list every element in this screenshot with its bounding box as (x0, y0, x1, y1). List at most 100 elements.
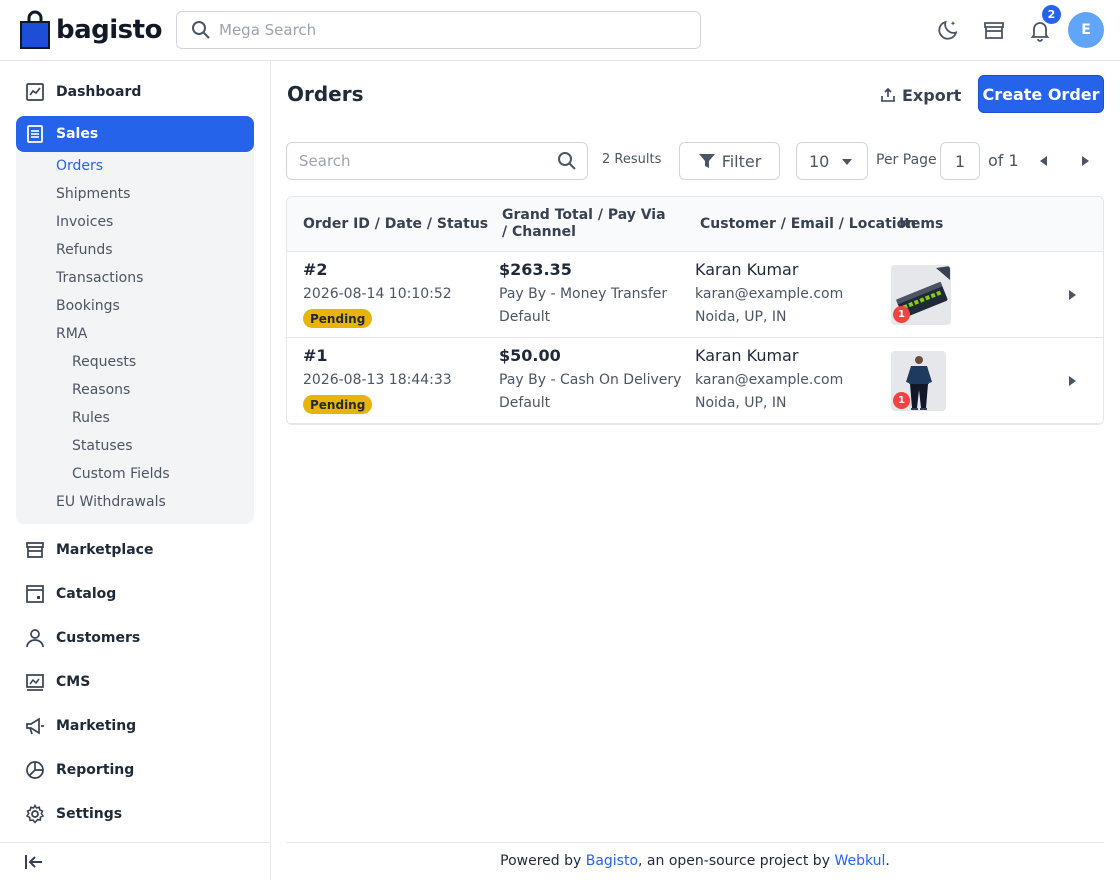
sidebar-item-label: Sales (56, 126, 99, 142)
column-header-customer[interactable]: Customer / Email / Location (700, 216, 916, 233)
sidebar-item-label: Marketing (56, 718, 137, 734)
logo-text: bagisto (56, 14, 162, 45)
collapse-sidebar-icon[interactable] (24, 853, 44, 871)
footer-suffix: . (885, 853, 890, 869)
column-header-order[interactable]: Order ID / Date / Status (303, 216, 488, 233)
sidebar-item-sales[interactable]: Sales (16, 116, 254, 152)
sidebar-item-marketplace[interactable]: Marketplace (16, 532, 254, 568)
channel: Default (499, 395, 551, 411)
orders-search-box[interactable] (286, 142, 588, 180)
orders-table: Order ID / Date / Status Grand Total / P… (286, 196, 1104, 425)
customer-location: Noida, UP, IN (695, 309, 787, 325)
search-icon (192, 21, 210, 39)
per-page-select[interactable]: 10 (796, 142, 868, 180)
sidebar-item-reporting[interactable]: Reporting (16, 752, 254, 788)
channel: Default (499, 309, 551, 325)
grand-total: $263.35 (499, 260, 572, 279)
sidebar-item-cms[interactable]: CMS (16, 664, 254, 700)
view-order-button[interactable] (1065, 288, 1079, 302)
page-number-input[interactable]: 1 (940, 142, 980, 180)
sidebar: Dashboard Sales Orders Shipments Invoice… (0, 61, 271, 880)
mega-search-bar[interactable] (176, 11, 701, 49)
shopping-bag-logo-icon (20, 10, 50, 49)
table-row[interactable]: #2 2026-08-14 10:10:52 Pending $263.35 P… (287, 252, 1103, 338)
status-badge: Pending (303, 309, 373, 328)
order-date: 2026-08-14 10:10:52 (303, 286, 452, 302)
storefront-button[interactable] (982, 18, 1006, 42)
sidebar-item-label: Catalog (56, 586, 117, 602)
cms-icon (24, 671, 46, 693)
column-header-total[interactable]: Grand Total / Pay Via / Channel (502, 207, 672, 241)
caret-right-icon (1068, 290, 1076, 300)
customer-location: Noida, UP, IN (695, 395, 787, 411)
submenu-item-orders[interactable]: Orders (56, 158, 103, 174)
upload-icon (881, 87, 895, 102)
sidebar-item-customers[interactable]: Customers (16, 620, 254, 656)
caret-right-icon (1068, 376, 1076, 386)
sidebar-item-label: Settings (56, 806, 123, 822)
submenu-item-rma-requests[interactable]: Requests (72, 354, 136, 370)
export-button[interactable]: Export (874, 80, 967, 110)
sidebar-item-settings[interactable]: Settings (16, 796, 254, 832)
previous-page-button[interactable] (1036, 154, 1050, 168)
customer-email: karan@example.com (695, 286, 844, 302)
customer-name: Karan Kumar (695, 346, 799, 365)
export-label: Export (902, 85, 962, 105)
sidebar-item-label: Customers (56, 630, 141, 646)
sidebar-item-label: CMS (56, 674, 91, 690)
search-icon[interactable] (557, 151, 577, 171)
bagisto-link[interactable]: Bagisto (586, 853, 638, 869)
caret-down-icon (842, 159, 852, 165)
payment-method: Pay By - Cash On Delivery (499, 372, 682, 388)
orders-search-input[interactable] (299, 152, 544, 170)
catalog-icon (24, 583, 46, 605)
caret-right-icon (1081, 156, 1089, 166)
sidebar-item-marketing[interactable]: Marketing (16, 708, 254, 744)
dashboard-icon (24, 81, 46, 103)
sidebar-item-label: Reporting (56, 762, 135, 778)
item-quantity-badge: 1 (893, 392, 910, 409)
submenu-item-bookings[interactable]: Bookings (56, 298, 120, 314)
submenu-item-rma-rules[interactable]: Rules (72, 410, 110, 426)
filter-icon (698, 154, 715, 168)
submenu-item-invoices[interactable]: Invoices (56, 214, 113, 230)
customers-icon (24, 627, 46, 649)
submenu-item-rma-reasons[interactable]: Reasons (72, 382, 130, 398)
table-header: Order ID / Date / Status Grand Total / P… (287, 197, 1103, 252)
grand-total: $50.00 (499, 346, 561, 365)
sidebar-item-catalog[interactable]: Catalog (16, 576, 254, 612)
page-total: of 1 (988, 151, 1019, 170)
sales-icon (24, 123, 46, 145)
page-title: Orders (287, 82, 364, 106)
submenu-item-rma-custom-fields[interactable]: Custom Fields (72, 466, 170, 482)
notification-count-badge: 2 (1042, 5, 1061, 24)
pie-chart-icon (24, 759, 46, 781)
next-page-button[interactable] (1078, 154, 1092, 168)
submenu-item-refunds[interactable]: Refunds (56, 242, 113, 258)
order-id[interactable]: #2 (303, 261, 328, 279)
submenu-item-rma[interactable]: RMA (56, 326, 87, 342)
submenu-item-transactions[interactable]: Transactions (56, 270, 143, 286)
submenu-item-rma-statuses[interactable]: Statuses (72, 438, 133, 454)
submenu-item-shipments[interactable]: Shipments (56, 186, 130, 202)
sidebar-footer (0, 842, 270, 880)
filter-button[interactable]: Filter (679, 142, 780, 180)
create-order-button[interactable]: Create Order (978, 75, 1104, 113)
gear-icon (24, 803, 46, 825)
column-header-items: Items (899, 216, 944, 232)
view-order-button[interactable] (1065, 374, 1079, 388)
webkul-link[interactable]: Webkul (834, 853, 885, 869)
dark-mode-toggle[interactable] (936, 18, 960, 42)
submenu-item-eu-withdrawals[interactable]: EU Withdrawals (56, 494, 166, 510)
payment-method: Pay By - Money Transfer (499, 286, 668, 302)
order-id[interactable]: #1 (303, 347, 328, 365)
filter-label: Filter (721, 151, 762, 171)
sidebar-item-dashboard[interactable]: Dashboard (16, 74, 254, 110)
store-icon (24, 539, 46, 561)
table-row[interactable]: #1 2026-08-13 18:44:33 Pending $50.00 Pa… (287, 338, 1103, 424)
order-date: 2026-08-13 18:44:33 (303, 372, 452, 388)
mega-search-input[interactable] (219, 21, 679, 39)
user-avatar[interactable]: E (1068, 12, 1104, 48)
item-quantity-badge: 1 (893, 306, 910, 323)
bagisto-logo[interactable]: bagisto (20, 10, 162, 49)
